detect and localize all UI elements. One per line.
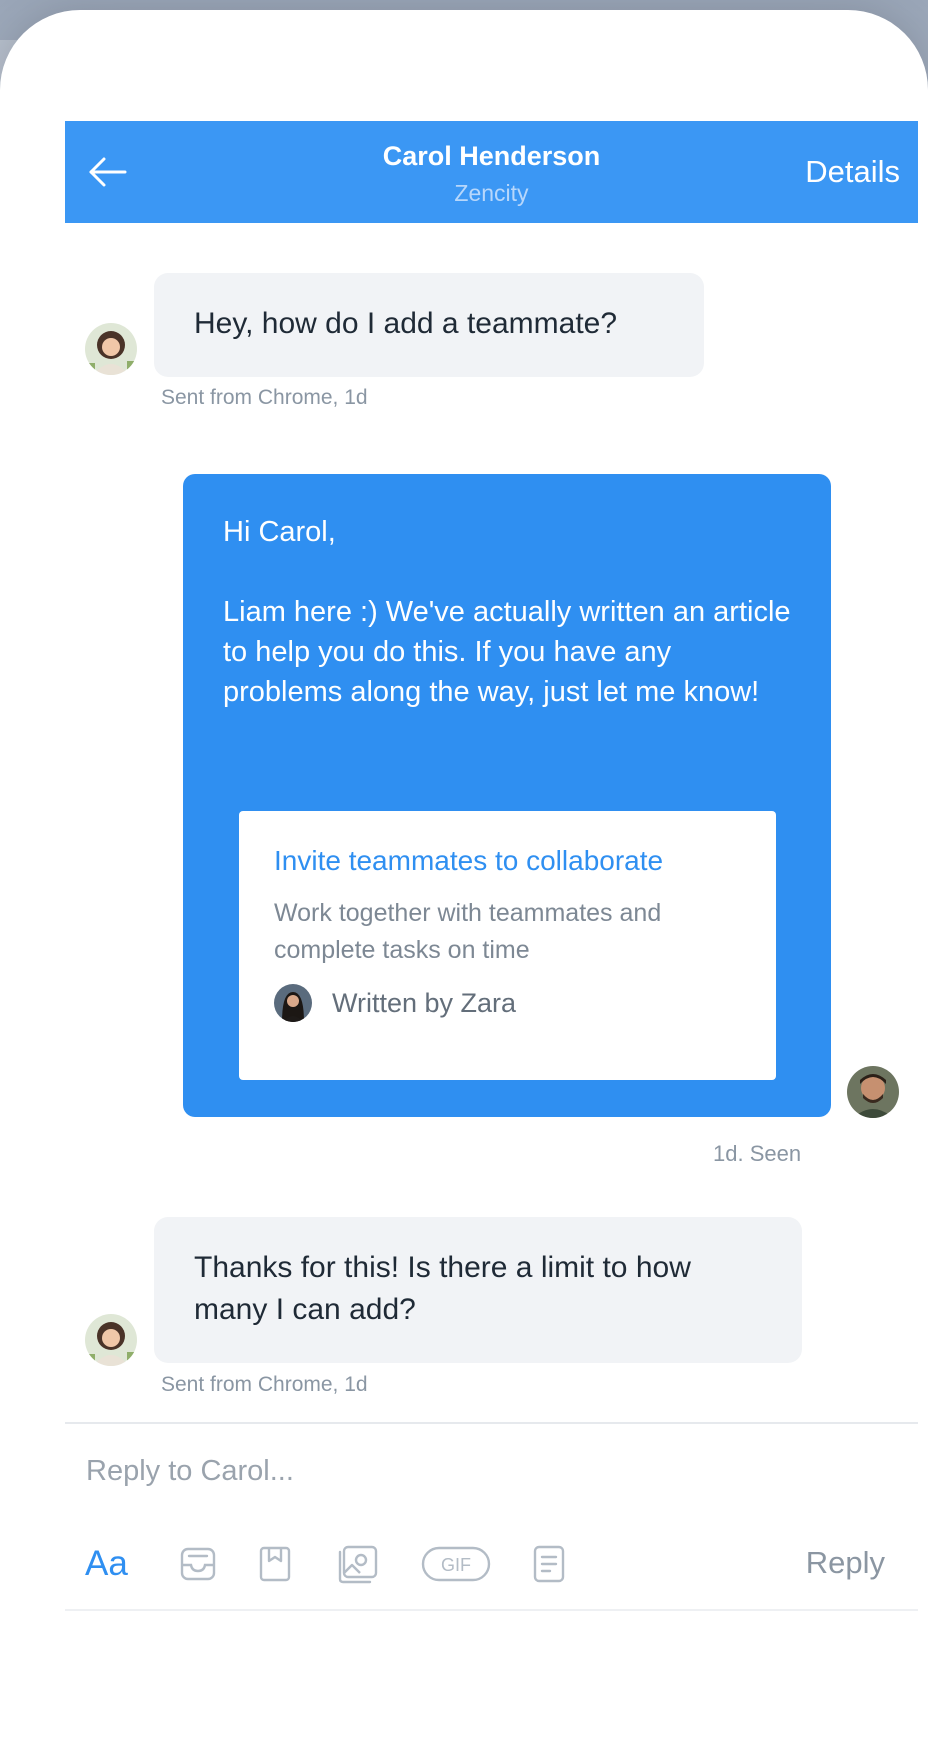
details-button[interactable]: Details: [805, 154, 900, 190]
gif-button[interactable]: GIF: [420, 1535, 492, 1593]
message-meta: Sent from Chrome, 1d: [161, 1373, 368, 1396]
gif-icon: GIF: [421, 1546, 491, 1582]
format-text-button[interactable]: Aa: [85, 1535, 128, 1593]
note-icon: [533, 1545, 565, 1583]
customer-avatar: [85, 323, 137, 375]
message-text: Thanks for this! Is there a limit to how…: [194, 1251, 691, 1326]
reply-input[interactable]: [86, 1446, 786, 1496]
svg-text:GIF: GIF: [441, 1555, 471, 1575]
message-text: Liam here :) We've actually written an a…: [223, 596, 791, 708]
article-author: Written by Zara: [274, 983, 742, 1023]
message-meta: 1d. Seen: [713, 1141, 802, 1166]
image-icon: [338, 1545, 378, 1584]
contact-name: Carol Henderson: [382, 141, 601, 171]
agent-avatar: [847, 1066, 899, 1118]
contact-company: Zencity: [454, 180, 529, 206]
image-button[interactable]: [330, 1535, 386, 1593]
composer-toolbar: Aa GIF Reply: [65, 1535, 918, 1595]
bookmark-icon: [259, 1546, 291, 1582]
message-bubble-incoming: Hey, how do I add a teammate?: [154, 273, 704, 377]
article-title: Invite teammates to collaborate: [274, 845, 664, 876]
author-name: Written by Zara: [332, 988, 517, 1018]
saved-replies-button[interactable]: [173, 1535, 223, 1593]
inbox-icon: [180, 1547, 216, 1581]
message-text: Hey, how do I add a teammate?: [194, 307, 618, 340]
conversation-header: Carol Henderson Zencity Details: [65, 121, 918, 223]
author-avatar: [274, 984, 312, 1022]
article-card[interactable]: Invite teammates to collaborate Work tog…: [239, 811, 776, 1080]
reply-button[interactable]: Reply: [806, 1545, 885, 1581]
message-greeting: Hi Carol,: [223, 516, 336, 548]
message-bubble-incoming: Thanks for this! Is there a limit to how…: [154, 1217, 802, 1363]
article-description: Work together with teammates and complet…: [274, 899, 662, 964]
composer-bottom-divider: [65, 1609, 918, 1611]
note-button[interactable]: [527, 1535, 571, 1593]
article-button[interactable]: [250, 1535, 300, 1593]
message-bubble-outgoing: Hi Carol, Liam here :) We've actually wr…: [183, 474, 831, 1117]
customer-avatar: [85, 1314, 137, 1366]
message-meta: Sent from Chrome, 1d: [161, 386, 368, 409]
phone-screen: Carol Henderson Zencity Details Hey, how…: [0, 10, 928, 1750]
composer-divider: [65, 1422, 918, 1424]
